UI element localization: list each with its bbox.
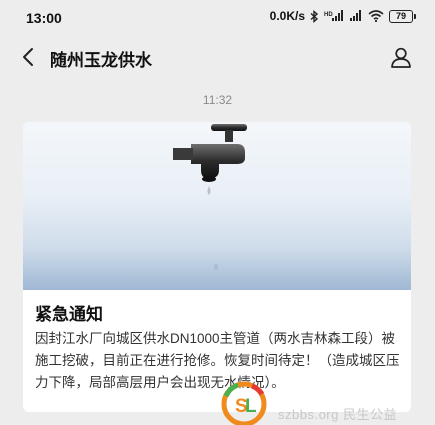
svg-text:L: L <box>245 396 257 417</box>
back-arrow-icon <box>23 48 33 66</box>
nav-bar: 随州玉龙供水 <box>0 34 435 80</box>
network-speed: 0.0K/s <box>269 9 305 23</box>
faucet-icon <box>173 124 247 270</box>
status-bar: 13:00 0.0K/s HD 79 <box>0 0 435 34</box>
signal-icon <box>349 10 363 22</box>
svg-text:HD: HD <box>324 12 333 18</box>
card-cover-image <box>23 122 411 290</box>
bluetooth-icon <box>310 9 319 23</box>
back-button[interactable] <box>14 43 42 71</box>
page-title: 随州玉龙供水 <box>50 51 152 70</box>
person-icon <box>391 47 411 68</box>
card-title: 紧急通知 <box>35 305 103 324</box>
battery-icon: 79 <box>389 9 416 23</box>
profile-button[interactable] <box>387 43 415 71</box>
signal-hd-icon: HD <box>324 10 344 22</box>
watermark-text: szbbs.org 民生公益 <box>278 407 397 422</box>
status-time: 13:00 <box>26 10 62 26</box>
wifi-icon <box>368 10 384 22</box>
watermark-logo: S L <box>221 381 267 425</box>
notice-card[interactable]: 紧急通知 因封江水厂向城区供水DN1000主管道（两水吉林森工段）被施工挖破，目… <box>23 122 411 412</box>
status-icons: 0.0K/s HD 79 <box>269 9 416 23</box>
message-timestamp: 11:32 <box>202 93 233 107</box>
